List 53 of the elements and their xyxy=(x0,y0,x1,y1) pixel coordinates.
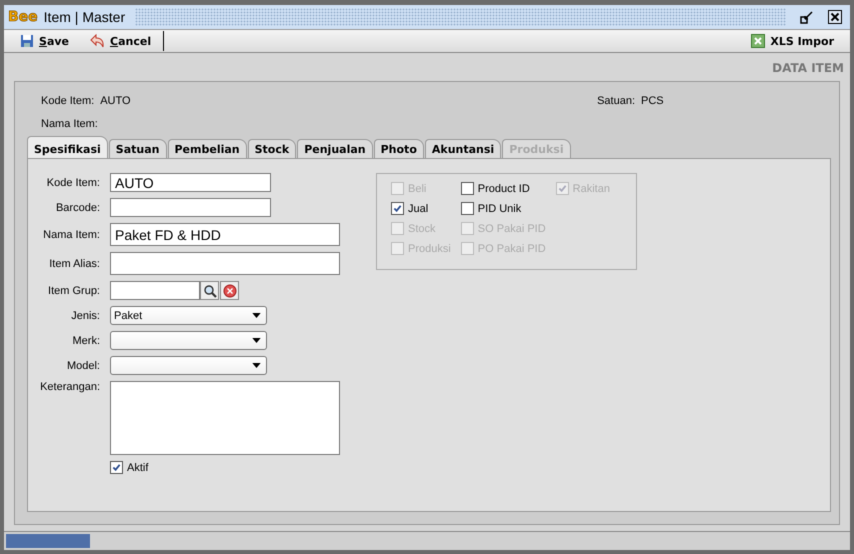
field-label: Kode Item: xyxy=(46,176,100,188)
tab[interactable]: Penjualan xyxy=(297,139,373,158)
dropdown-arrow-icon xyxy=(252,313,261,318)
field-label: Jenis: xyxy=(70,310,100,322)
close-icon[interactable] xyxy=(828,10,842,24)
field-value: PCS xyxy=(641,94,665,106)
tab[interactable]: Satuan xyxy=(108,139,166,158)
checkbox-label: Aktif xyxy=(127,462,148,474)
input-field[interactable]: AUTO xyxy=(110,173,271,192)
tab[interactable]: Akuntansi xyxy=(424,139,502,158)
app-logo: Bee xyxy=(8,9,38,25)
clear-button[interactable] xyxy=(220,281,239,300)
field-label: Item Alias: xyxy=(48,258,100,270)
cancel-button[interactable]: Cancel xyxy=(79,31,162,51)
input-field[interactable]: Paket FD & HDD xyxy=(110,223,340,246)
input-field[interactable] xyxy=(110,198,271,217)
checkbox[interactable] xyxy=(391,202,404,215)
tab[interactable]: Stock xyxy=(248,139,296,158)
tab[interactable]: Spesifikasi xyxy=(27,136,108,158)
xls-import-button[interactable]: XLS Impor xyxy=(741,31,844,51)
window-title: Item | Master xyxy=(44,9,126,25)
checkbox-label: Jual xyxy=(408,202,428,214)
save-button[interactable]: Save xyxy=(10,31,79,51)
tab[interactable]: Pembelian xyxy=(168,139,247,158)
dropdown[interactable] xyxy=(110,356,267,375)
field-label: Barcode: xyxy=(54,202,100,214)
checkbox[interactable] xyxy=(110,461,123,474)
field-label: Merk: xyxy=(72,334,100,346)
undo-arrow-icon xyxy=(89,34,105,48)
search-button[interactable] xyxy=(200,281,219,300)
field-label: Keterangan: xyxy=(39,381,100,393)
field-value: AUTO xyxy=(100,94,131,106)
dropdown[interactable]: Paket xyxy=(110,306,267,325)
dropdown[interactable] xyxy=(110,331,267,350)
checkbox-label: PID Unik xyxy=(478,202,522,214)
tab[interactable]: Photo xyxy=(374,139,424,158)
restore-icon[interactable] xyxy=(800,10,814,24)
input-field[interactable] xyxy=(110,281,200,300)
field-label: Nama Item: xyxy=(42,228,100,240)
input-field[interactable] xyxy=(110,252,340,275)
checkbox[interactable] xyxy=(460,182,474,195)
field-label: Satuan: xyxy=(597,94,635,106)
checkbox-label: Product ID xyxy=(478,182,530,194)
text-area[interactable] xyxy=(110,381,340,455)
section-title: DATA ITEM xyxy=(772,61,844,75)
spreadsheet-icon xyxy=(751,34,766,48)
field-label: Item Grup: xyxy=(47,284,100,296)
checkbox[interactable] xyxy=(460,202,474,215)
field-label: Nama Item: xyxy=(41,118,98,130)
field-label: Model: xyxy=(66,360,100,372)
dropdown-arrow-icon xyxy=(252,363,261,368)
field-label: Kode Item: xyxy=(41,94,94,106)
dropdown-arrow-icon xyxy=(252,338,261,343)
